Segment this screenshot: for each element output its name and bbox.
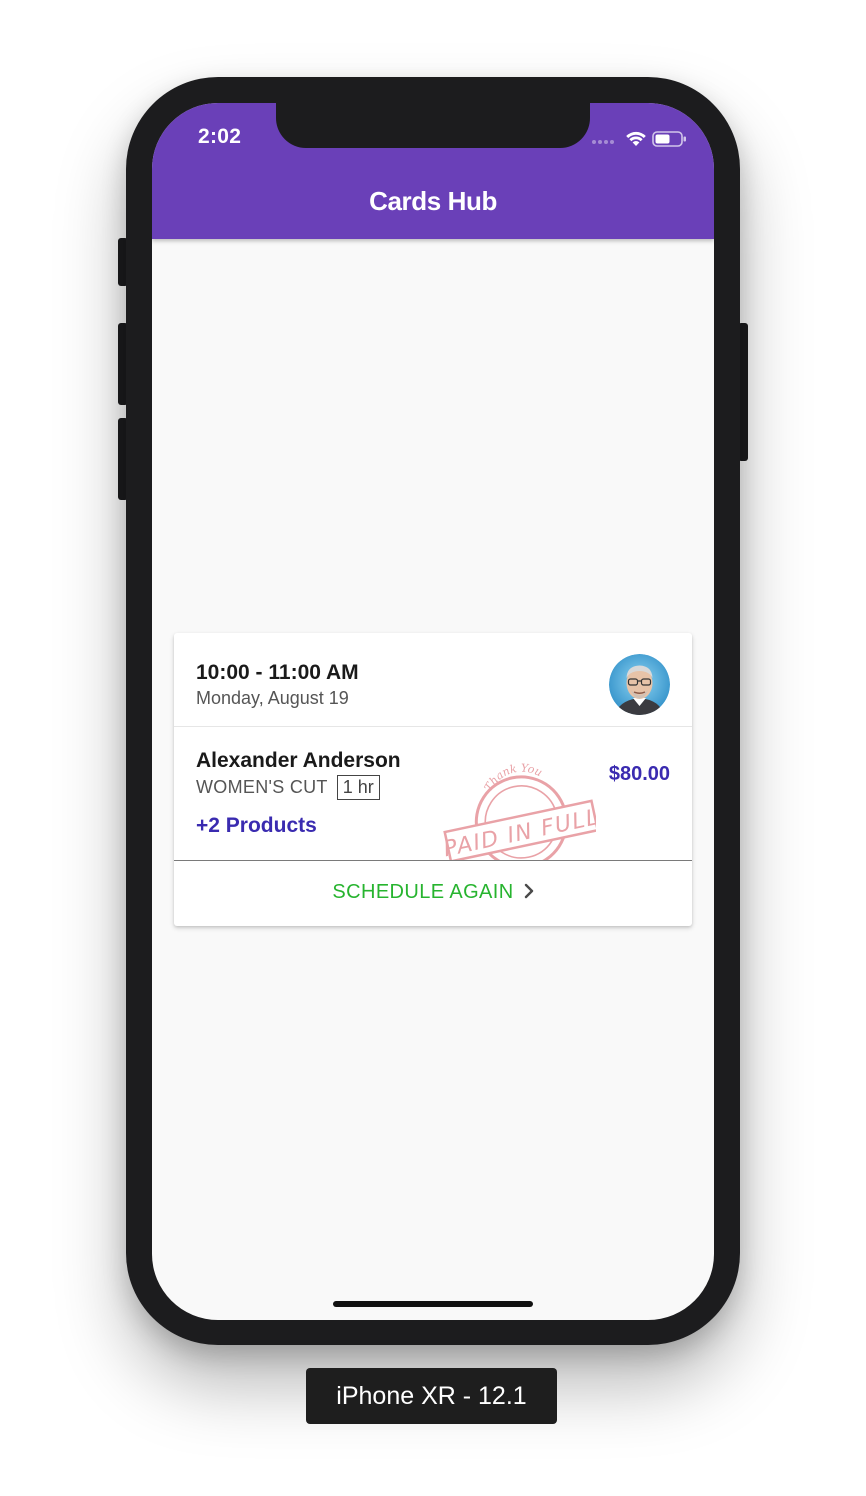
device-label: iPhone XR - 12.1	[306, 1368, 557, 1424]
chevron-right-icon	[524, 884, 533, 899]
signal-icon	[592, 140, 620, 146]
card-header: 10:00 - 11:00 AM Monday, August 19	[174, 633, 692, 727]
service-name: WOMEN'S CUT	[196, 777, 328, 797]
products-link[interactable]: +2 Products	[196, 814, 317, 838]
duration-badge: 1 hr	[336, 775, 380, 800]
home-indicator[interactable]	[333, 1301, 533, 1307]
schedule-again-button[interactable]: SCHEDULE AGAIN	[174, 881, 692, 904]
status-time: 2:02	[198, 125, 242, 148]
app-header: 2:02 Cards Hub	[152, 103, 714, 239]
notch	[276, 103, 590, 148]
schedule-again-label: SCHEDULE AGAIN	[332, 881, 514, 903]
paid-in-full-stamp: Thank You PAID IN FULL	[441, 762, 596, 860]
status-icons	[592, 129, 688, 149]
avatar[interactable]	[609, 654, 670, 715]
appointment-card[interactable]: 10:00 - 11:00 AM Monday, August 19 Alexa…	[174, 633, 692, 926]
appointment-time: 10:00 - 11:00 AM	[196, 661, 359, 684]
stamp-main-text: PAID IN FULL	[441, 805, 596, 860]
battery-icon	[652, 131, 686, 147]
page-title: Cards Hub	[369, 186, 497, 216]
phone-screen: 2:02 Cards Hub 10:00 - 11:00 AM Monday, …	[152, 103, 714, 1320]
card-details: Alexander Anderson WOMEN'S CUT 1 hr +2 P…	[174, 727, 692, 860]
price: $80.00	[608, 763, 670, 785]
client-name: Alexander Anderson	[196, 749, 401, 772]
appointment-date: Monday, August 19	[196, 688, 349, 708]
wifi-icon	[626, 131, 646, 146]
service-line: WOMEN'S CUT 1 hr	[196, 775, 380, 800]
card-footer: SCHEDULE AGAIN	[174, 860, 692, 927]
simulator-stage: 2:02 Cards Hub 10:00 - 11:00 AM Monday, …	[0, 0, 866, 1496]
avatar-portrait-icon	[609, 654, 670, 715]
